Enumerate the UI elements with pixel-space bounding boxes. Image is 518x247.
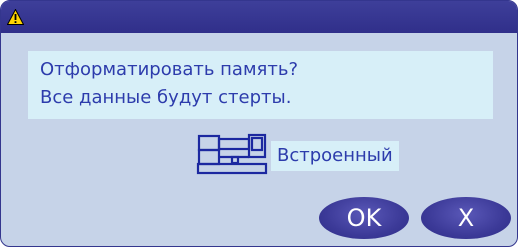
ok-button[interactable]: OK — [319, 197, 409, 239]
message-line-1: Отформатировать память? — [40, 59, 299, 80]
message-box: Отформатировать память? Все данные будут… — [28, 51, 493, 119]
internal-memory-label: Встроенный — [271, 141, 399, 171]
dialog-title-bar — [1, 1, 517, 33]
sewing-machine-icon — [196, 133, 268, 175]
warning-icon — [7, 9, 24, 25]
cancel-button[interactable]: X — [421, 197, 511, 239]
format-memory-dialog: Отформатировать память? Все данные будут… — [0, 0, 518, 247]
message-line-2: Все данные будут стерты. — [40, 87, 292, 108]
